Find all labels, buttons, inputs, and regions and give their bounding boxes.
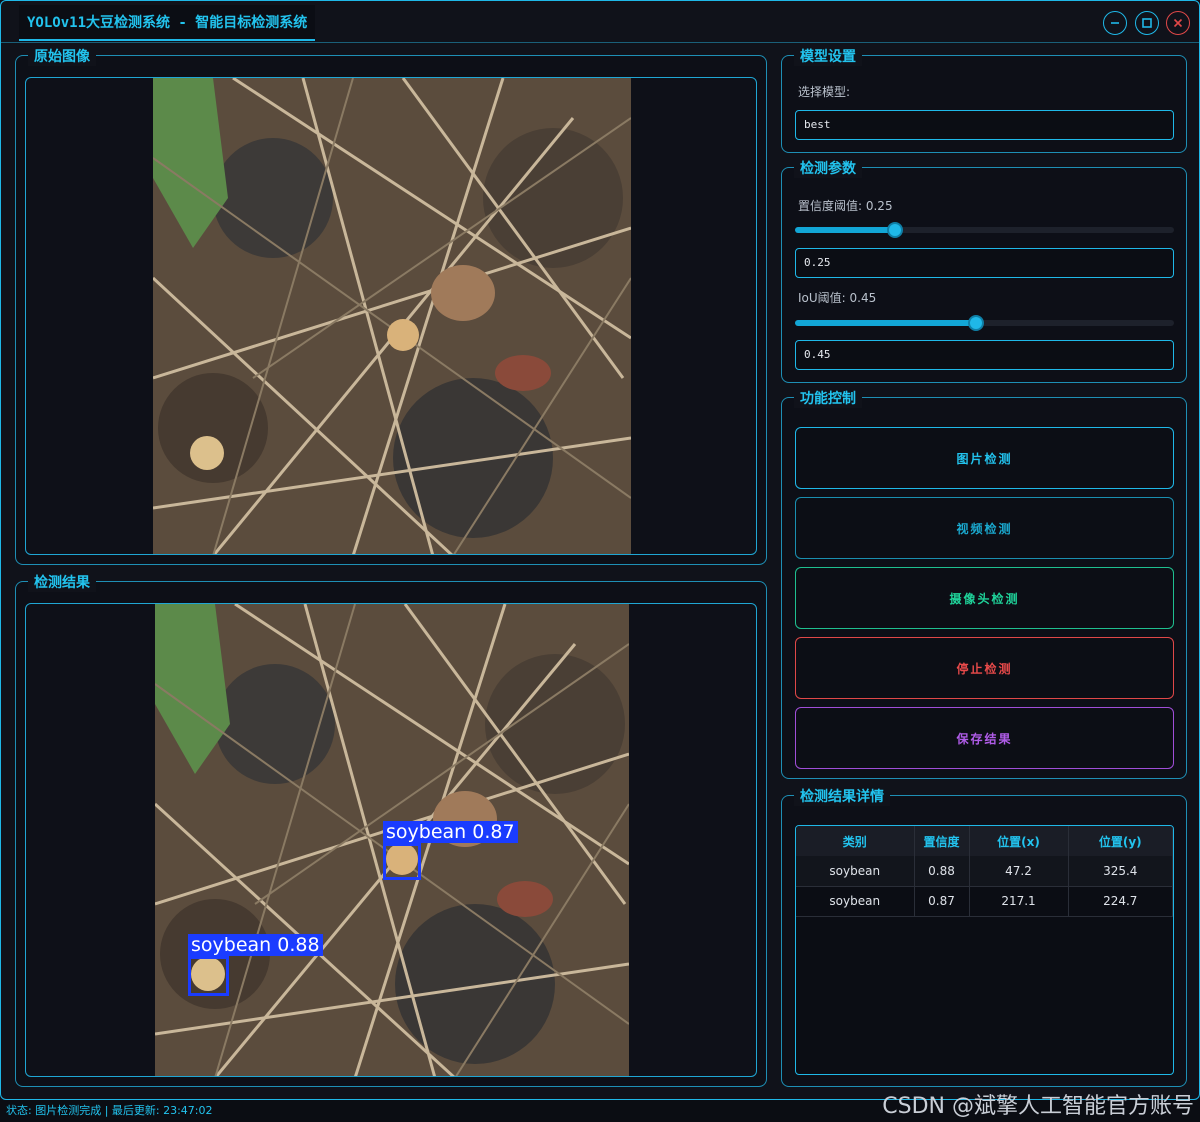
result-table: 类别 置信度 位置(x) 位置(y) soybean 0.88 47.2 325…: [796, 826, 1173, 917]
detection-box: [383, 843, 421, 880]
close-icon: [1173, 18, 1183, 28]
model-select[interactable]: best: [795, 110, 1174, 140]
result-photo: soybean 0.87 soybean 0.88: [155, 604, 629, 1076]
detection-label: soybean 0.87: [383, 821, 518, 843]
iou-label: IoU阈值: 0.45: [798, 291, 877, 305]
col-header-x[interactable]: 位置(x): [969, 826, 1069, 856]
detection-box: [188, 956, 229, 996]
video-detect-button[interactable]: 视频检测: [795, 497, 1174, 559]
confidence-slider-handle[interactable]: [887, 222, 903, 238]
model-settings-panel: 模型设置 选择模型: best: [781, 46, 1187, 153]
function-control-panel: 功能控制 图片检测 视频检测 摄像头检测 停止检测 保存结果: [781, 388, 1187, 779]
cell-y: 325.4: [1068, 856, 1173, 887]
result-image-frame: soybean 0.87 soybean 0.88: [25, 603, 757, 1077]
result-table-container: 类别 置信度 位置(x) 位置(y) soybean 0.88 47.2 325…: [795, 825, 1174, 1075]
confidence-input[interactable]: 0.25: [795, 248, 1174, 278]
iou-slider-fill: [795, 320, 976, 326]
cell-confidence: 0.87: [914, 886, 970, 917]
table-header-row: 类别 置信度 位置(x) 位置(y): [796, 826, 1173, 856]
col-header-confidence[interactable]: 置信度: [914, 826, 970, 856]
app-window: YOLOv11大豆检测系统 - 智能目标检测系统 原始图像 检测结果 soybe…: [0, 0, 1200, 1100]
model-select-label: 选择模型:: [798, 85, 851, 99]
camera-detect-button[interactable]: 摄像头检测: [795, 567, 1174, 629]
confidence-slider-fill: [795, 227, 895, 233]
detection-params-panel: 检测参数 置信度阈值: 0.25 0.25 IoU阈值: 0.45 0.45: [781, 158, 1187, 383]
maximize-button[interactable]: [1135, 11, 1159, 35]
original-photo: [153, 78, 631, 554]
result-details-panel: 检测结果详情 类别 置信度 位置(x) 位置(y) soybean 0.88 4…: [781, 786, 1187, 1087]
cell-confidence: 0.88: [914, 856, 970, 887]
cell-y: 224.7: [1068, 886, 1173, 917]
cell-x: 217.1: [969, 886, 1069, 917]
image-detect-button[interactable]: 图片检测: [795, 427, 1174, 489]
col-header-class[interactable]: 类别: [796, 826, 915, 856]
cell-class: soybean: [796, 886, 915, 917]
title-bar: YOLOv11大豆检测系统 - 智能目标检测系统: [1, 1, 1199, 43]
stop-detect-button[interactable]: 停止检测: [795, 637, 1174, 699]
table-row[interactable]: soybean 0.88 47.2 325.4: [796, 856, 1173, 887]
original-image-title: 原始图像: [28, 46, 96, 66]
original-image-panel: 原始图像: [15, 46, 767, 565]
iou-input[interactable]: 0.45: [795, 340, 1174, 370]
minimize-button[interactable]: [1103, 11, 1127, 35]
function-control-title: 功能控制: [794, 388, 862, 408]
original-image-frame: [25, 77, 757, 555]
iou-slider-handle[interactable]: [968, 315, 984, 331]
minimize-icon: [1111, 22, 1119, 24]
detection-label: soybean 0.88: [188, 934, 323, 956]
result-details-title: 检测结果详情: [794, 786, 890, 806]
confidence-slider[interactable]: [795, 222, 1174, 238]
table-row[interactable]: soybean 0.87 217.1 224.7: [796, 886, 1173, 917]
detection-params-title: 检测参数: [794, 158, 862, 178]
cell-class: soybean: [796, 856, 915, 887]
watermark: CSDN @斌擎人工智能官方账号: [882, 1094, 1194, 1119]
cell-x: 47.2: [969, 856, 1069, 887]
confidence-label: 置信度阈值: 0.25: [798, 199, 893, 213]
col-header-y[interactable]: 位置(y): [1068, 826, 1173, 856]
result-image-title: 检测结果: [28, 572, 96, 592]
save-result-button[interactable]: 保存结果: [795, 707, 1174, 769]
maximize-icon: [1142, 18, 1152, 28]
soybean-field-image: [153, 78, 631, 554]
iou-slider[interactable]: [795, 315, 1174, 331]
window-title: YOLOv11大豆检测系统 - 智能目标检测系统: [19, 5, 316, 41]
result-image-panel: 检测结果 soybean 0.87 soybean 0.88: [15, 572, 767, 1087]
model-settings-title: 模型设置: [794, 46, 862, 66]
close-button[interactable]: [1166, 11, 1190, 35]
